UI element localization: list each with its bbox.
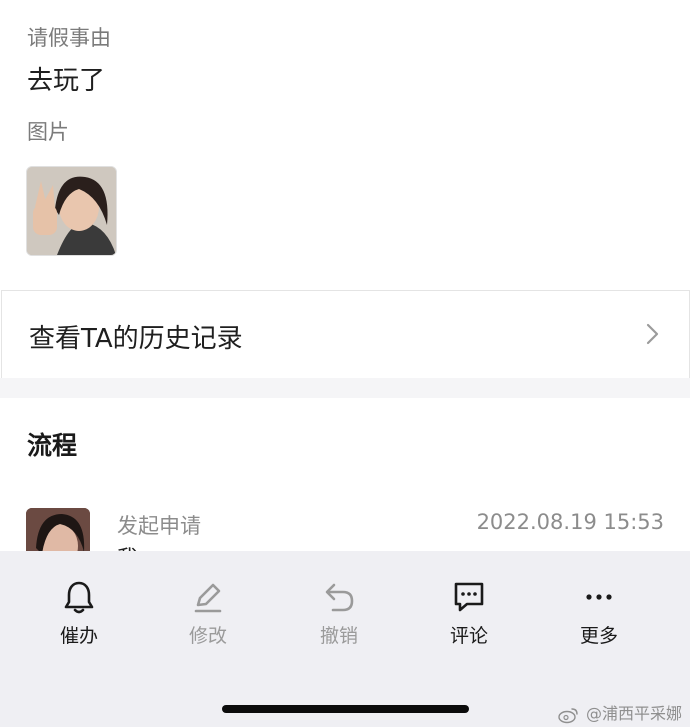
reason-value: 去玩了 <box>27 66 106 96</box>
comment-icon <box>454 582 484 612</box>
more-label: 更多 <box>579 625 618 647</box>
attachment-thumbnail[interactable] <box>26 166 117 256</box>
watermark-text: @浦西平采娜 <box>585 704 682 723</box>
history-link-row[interactable]: 查看TA的历史记录 <box>1 290 690 379</box>
pencil-icon <box>194 583 222 613</box>
bell-icon <box>64 581 94 614</box>
urge-label: 催办 <box>59 625 98 647</box>
avatar-photo-icon <box>26 508 90 552</box>
more-icon <box>586 594 612 600</box>
flow-section: 流程 发起申请 2022.08.19 15:53 我 <box>0 398 690 552</box>
comment-label: 评论 <box>449 625 488 647</box>
revoke-label: 撤销 <box>319 625 358 647</box>
watermark: @浦西平采娜 <box>557 700 682 724</box>
urge-button[interactable]: 催办 <box>34 579 124 649</box>
history-link-label: 查看TA的历史记录 <box>29 324 243 354</box>
section-divider <box>0 378 690 398</box>
images-label: 图片 <box>27 120 69 144</box>
flow-step-time: 2022.08.19 15:53 <box>476 510 664 534</box>
edit-button[interactable]: 修改 <box>163 579 253 649</box>
comment-button[interactable]: 评论 <box>424 579 514 649</box>
reason-label: 请假事由 <box>27 26 111 50</box>
undo-icon <box>325 583 354 612</box>
home-indicator <box>222 705 469 713</box>
revoke-button[interactable]: 撤销 <box>294 579 384 649</box>
flow-title: 流程 <box>27 431 78 460</box>
chevron-right-icon <box>646 323 659 345</box>
edit-label: 修改 <box>188 625 227 647</box>
weibo-icon <box>558 707 578 723</box>
more-button[interactable]: 更多 <box>554 579 644 649</box>
form-section: 请假事由 去玩了 图片 <box>0 0 690 290</box>
avatar <box>26 508 90 552</box>
photo-placeholder-icon <box>27 167 116 255</box>
flow-step-action: 发起申请 <box>117 514 201 538</box>
